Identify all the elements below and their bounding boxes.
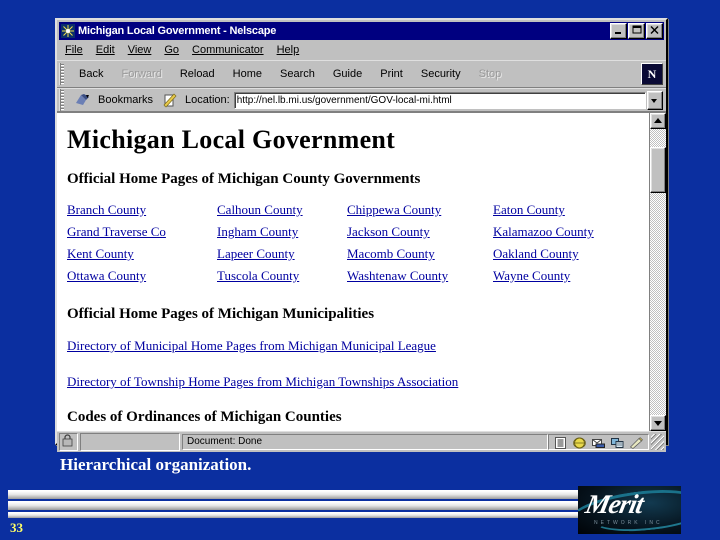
newsgroup-icon[interactable] (611, 436, 624, 448)
footer-bar-3 (8, 512, 668, 518)
vertical-scrollbar[interactable] (649, 113, 666, 431)
minimize-button[interactable] (610, 23, 627, 39)
slide-caption: Hierarchical organization. (60, 455, 252, 474)
reload-button[interactable]: Reload (171, 65, 224, 83)
county-link[interactable]: Ingham County (217, 224, 347, 240)
menu-communicator-label: Communicator (192, 43, 264, 56)
resize-grip-icon[interactable] (651, 434, 664, 450)
scrollbar-track[interactable] (650, 129, 666, 415)
menu-view-label: View (127, 43, 152, 56)
menu-item-communicator[interactable]: Communicator (192, 44, 264, 56)
county-link[interactable]: Branch County (67, 202, 217, 218)
url-input[interactable]: http://nel.lb.mi.us/government/GOV-local… (233, 91, 646, 109)
townships-association-link[interactable]: Directory of Township Home Pages from Mi… (67, 374, 458, 390)
page-title: Michigan Local Government (67, 125, 396, 154)
municipal-league-link[interactable]: Directory of Municipal Home Pages from M… (67, 338, 436, 354)
close-button[interactable] (646, 23, 663, 39)
status-message: Document: Done (182, 434, 548, 450)
menu-file-label: File (65, 43, 83, 56)
menu-help-label: Help (276, 43, 300, 56)
menu-item-view[interactable]: View (128, 44, 152, 56)
home-button[interactable]: Home (224, 65, 271, 83)
menu-bar: File Edit View Go Communicator Help (57, 40, 666, 60)
browser-window: Michigan Local Government - Nelscape Fil… (55, 18, 668, 452)
progress-bar (80, 433, 180, 451)
security-button[interactable]: Security (412, 65, 470, 83)
menu-go-label: Go (164, 43, 180, 56)
composer-pencil-icon[interactable] (629, 436, 643, 449)
page-viewport: Michigan Local Government Official Home … (57, 112, 666, 431)
navigation-toolbar: Back Forward Reload Home Search Guide Pr… (57, 60, 666, 88)
county-link[interactable]: Kalamazoo County (493, 224, 639, 240)
county-link[interactable]: Eaton County (493, 202, 639, 218)
location-grip[interactable] (59, 89, 66, 111)
toolbar-grip[interactable] (59, 63, 66, 85)
section-heading-municipalities: Official Home Pages of Michigan Municipa… (67, 306, 375, 322)
menu-item-edit[interactable]: Edit (96, 44, 115, 56)
maximize-button[interactable] (628, 23, 645, 39)
county-link[interactable]: Wayne County (493, 268, 639, 284)
stop-button: Stop (478, 68, 502, 80)
county-link[interactable]: Jackson County (347, 224, 493, 240)
merit-network-logo: Merit NETWORK INC (578, 486, 681, 534)
page-content: Michigan Local Government Official Home … (57, 113, 649, 431)
menu-item-go[interactable]: Go (164, 44, 179, 56)
county-link[interactable]: Kent County (67, 246, 217, 262)
menu-item-file[interactable]: File (65, 44, 83, 56)
guide-button[interactable]: Guide (324, 65, 371, 83)
window-controls (610, 23, 663, 39)
county-link[interactable]: Ottawa County (67, 268, 217, 284)
scroll-down-arrow-icon[interactable] (650, 415, 666, 431)
statusbar-icon-tray (548, 434, 649, 450)
county-link-grid: Branch County Calhoun County Chippewa Co… (67, 202, 639, 284)
location-label: Location: (185, 94, 230, 106)
county-link[interactable]: Oakland County (493, 246, 639, 262)
globe-icon[interactable] (573, 436, 586, 449)
slide: Michigan Local Government - Nelscape Fil… (0, 0, 720, 540)
logo-wordmark: Merit (582, 489, 646, 519)
url-dropdown-chevron-down-icon[interactable] (647, 90, 663, 110)
slide-page-number: 33 (10, 520, 23, 535)
mail-icon[interactable] (592, 436, 605, 448)
section-heading-counties: Official Home Pages of Michigan County G… (67, 171, 421, 187)
county-link[interactable]: Macomb County (347, 246, 493, 262)
location-toolbar: Bookmarks Location: http://nel.lb.mi.us/… (57, 88, 666, 112)
county-link[interactable]: Chippewa County (347, 202, 493, 218)
navigator-list-icon[interactable] (554, 436, 567, 449)
bookmark-icon[interactable] (74, 93, 92, 108)
municipal-directory-row: Directory of Municipal Home Pages from M… (67, 337, 639, 355)
logo-subtitle: NETWORK INC (594, 520, 663, 526)
print-button[interactable]: Print (371, 65, 412, 83)
section-heading-ordinances: Codes of Ordinances of Michigan Counties (67, 409, 342, 425)
scroll-up-arrow-icon[interactable] (650, 113, 666, 129)
menu-item-help[interactable]: Help (277, 44, 300, 56)
footer-bar-2 (8, 501, 668, 510)
bookmarks-label[interactable]: Bookmarks (98, 94, 153, 106)
township-directory-row: Directory of Township Home Pages from Mi… (67, 373, 639, 391)
county-link[interactable]: Lapeer County (217, 246, 347, 262)
search-button[interactable]: Search (271, 65, 324, 83)
netscape-logo-icon[interactable]: N (641, 63, 663, 85)
browser-statusbar: Document: Done (57, 431, 666, 452)
county-link[interactable]: Calhoun County (217, 202, 347, 218)
back-button[interactable]: Back (70, 65, 112, 83)
county-link[interactable]: Washtenaw County (347, 268, 493, 284)
browser-titlebar[interactable]: Michigan Local Government - Nelscape (59, 22, 664, 40)
browser-title: Michigan Local Government - Nelscape (78, 25, 277, 37)
padlock-icon[interactable] (59, 433, 78, 451)
county-link[interactable]: Tuscola County (217, 268, 347, 284)
page-quill-icon (161, 92, 179, 108)
forward-button: Forward (121, 68, 162, 80)
scrollbar-thumb[interactable] (650, 147, 666, 193)
menu-edit-label: Edit (95, 43, 115, 56)
county-link[interactable]: Grand Traverse Co (67, 224, 217, 240)
netscape-ship-icon (61, 24, 75, 38)
footer-bar-1 (8, 490, 668, 499)
